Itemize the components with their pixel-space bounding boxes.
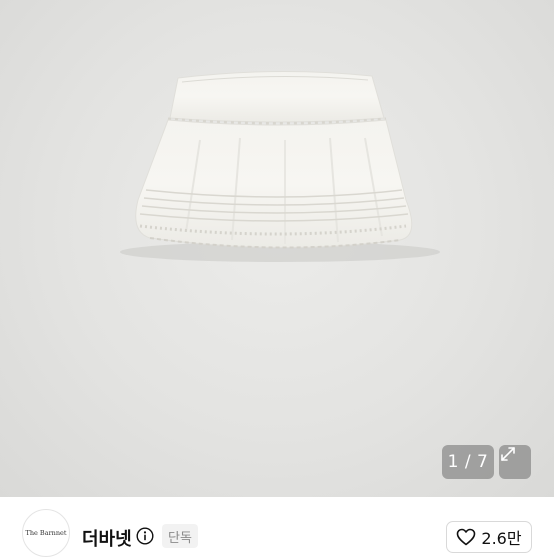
seller-name[interactable]: 더바넷 <box>82 525 132 551</box>
like-count: 2.6만 <box>481 529 522 548</box>
seller-logo[interactable]: The Barnnet <box>22 509 70 557</box>
seller-logo-text: The Barnnet <box>25 529 67 537</box>
skirt-photo <box>120 70 440 262</box>
expand-icon <box>501 447 515 461</box>
info-icon[interactable] <box>136 527 154 545</box>
image-counter: 1 / 7 <box>442 445 494 479</box>
expand-button[interactable] <box>499 445 531 479</box>
image-counter-text: 1 / 7 <box>447 452 489 472</box>
heart-outline-icon <box>457 528 476 546</box>
seller-bar: The Barnnet 더바넷 단독 2.6만 <box>0 497 554 557</box>
exclusive-badge: 단독 <box>162 524 198 548</box>
product-image[interactable]: 1 / 7 <box>0 0 554 497</box>
like-button[interactable]: 2.6만 <box>446 521 532 553</box>
